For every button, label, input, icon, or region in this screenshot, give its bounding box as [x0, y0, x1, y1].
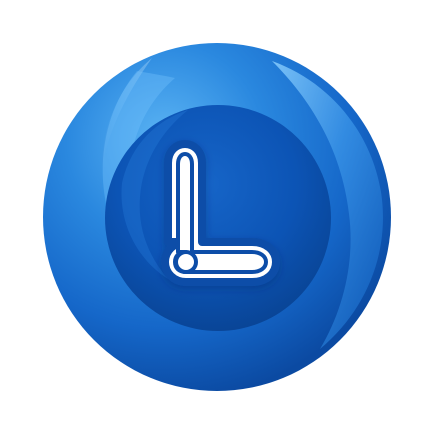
- logo-canvas: [0, 0, 434, 434]
- letter-l-loop: [174, 250, 198, 274]
- app-logo-icon: [43, 43, 391, 391]
- logo-badge: [43, 43, 391, 391]
